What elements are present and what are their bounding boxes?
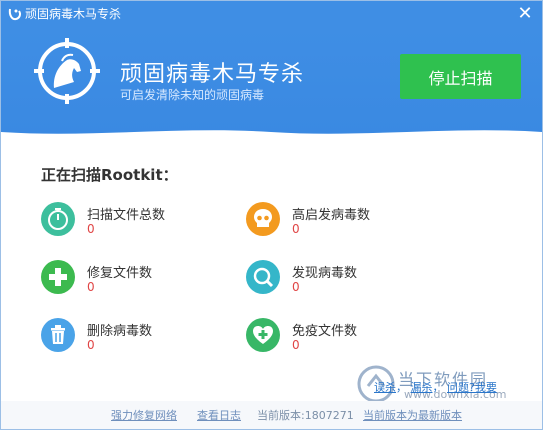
stat-high-heuristic-viruses: 高启发病毒数 0 [246,202,446,242]
skull-icon [246,202,280,236]
current-version: 当前版本:1807271 [257,409,354,422]
view-log-link[interactable]: 查看日志 [197,407,241,423]
stat-immune-files: 免疫文件数 0 [246,318,446,358]
false-positive-link[interactable]: 误杀 [374,381,396,394]
stat-repaired-files: 修复文件数 0 [41,260,241,300]
trash-icon [41,318,75,352]
search-icon [246,260,280,294]
stat-value: 0 [292,280,300,294]
stat-value: 0 [87,338,95,352]
window-title: 顽固病毒木马专杀 [25,7,122,21]
stat-value: 0 [87,222,95,236]
stat-label: 删除病毒数 [87,324,153,339]
feedback-links: 误杀， 漏杀， 问题?我要 [374,381,497,394]
app-window: 顽固病毒木马专杀 ✕ 顽固病毒木马专杀 可启发清除未知的顽固病毒 停止扫描 正在… [0,0,543,430]
app-title: 顽固病毒木马专杀 [120,62,305,87]
stat-label: 扫描文件总数 [87,208,166,223]
stat-label: 修复文件数 [87,266,153,281]
update-status-link[interactable]: 当前版本为最新版本 [363,407,462,423]
app-logo-icon [8,8,21,21]
plus-icon [41,260,75,294]
timer-icon [41,202,75,236]
stat-scanned-files: 扫描文件总数 0 [41,202,241,242]
repair-network-link[interactable]: 强力修复网络 [111,407,177,423]
stat-label: 发现病毒数 [292,266,358,281]
missed-detection-link[interactable]: 漏杀 [411,381,433,394]
stat-found-viruses: 发现病毒数 0 [246,260,446,300]
app-subtitle: 可启发清除未知的顽固病毒 [120,88,265,102]
stop-scan-button[interactable]: 停止扫描 [400,54,521,99]
title-bar: 顽固病毒木马专杀 ✕ [1,1,542,28]
header-wave-divider [1,130,542,138]
stat-label: 高启发病毒数 [292,208,371,223]
scan-heading: 正在扫描Rootkit： [41,166,178,184]
header-banner: 顽固病毒木马专杀 可启发清除未知的顽固病毒 停止扫描 [1,28,542,138]
stat-value: 0 [87,280,95,294]
trojan-horse-emblem-icon [34,38,100,104]
close-icon[interactable]: ✕ [516,5,534,23]
heart-icon [246,318,280,352]
footer-bar: 强力修复网络 查看日志 当前版本:1807271 当前版本为最新版本 [1,401,542,429]
report-problem-link[interactable]: 问题?我要 [447,381,497,394]
stat-value: 0 [292,338,300,352]
stat-value: 0 [292,222,300,236]
stat-deleted-viruses: 删除病毒数 0 [41,318,241,358]
stat-label: 免疫文件数 [292,324,358,339]
